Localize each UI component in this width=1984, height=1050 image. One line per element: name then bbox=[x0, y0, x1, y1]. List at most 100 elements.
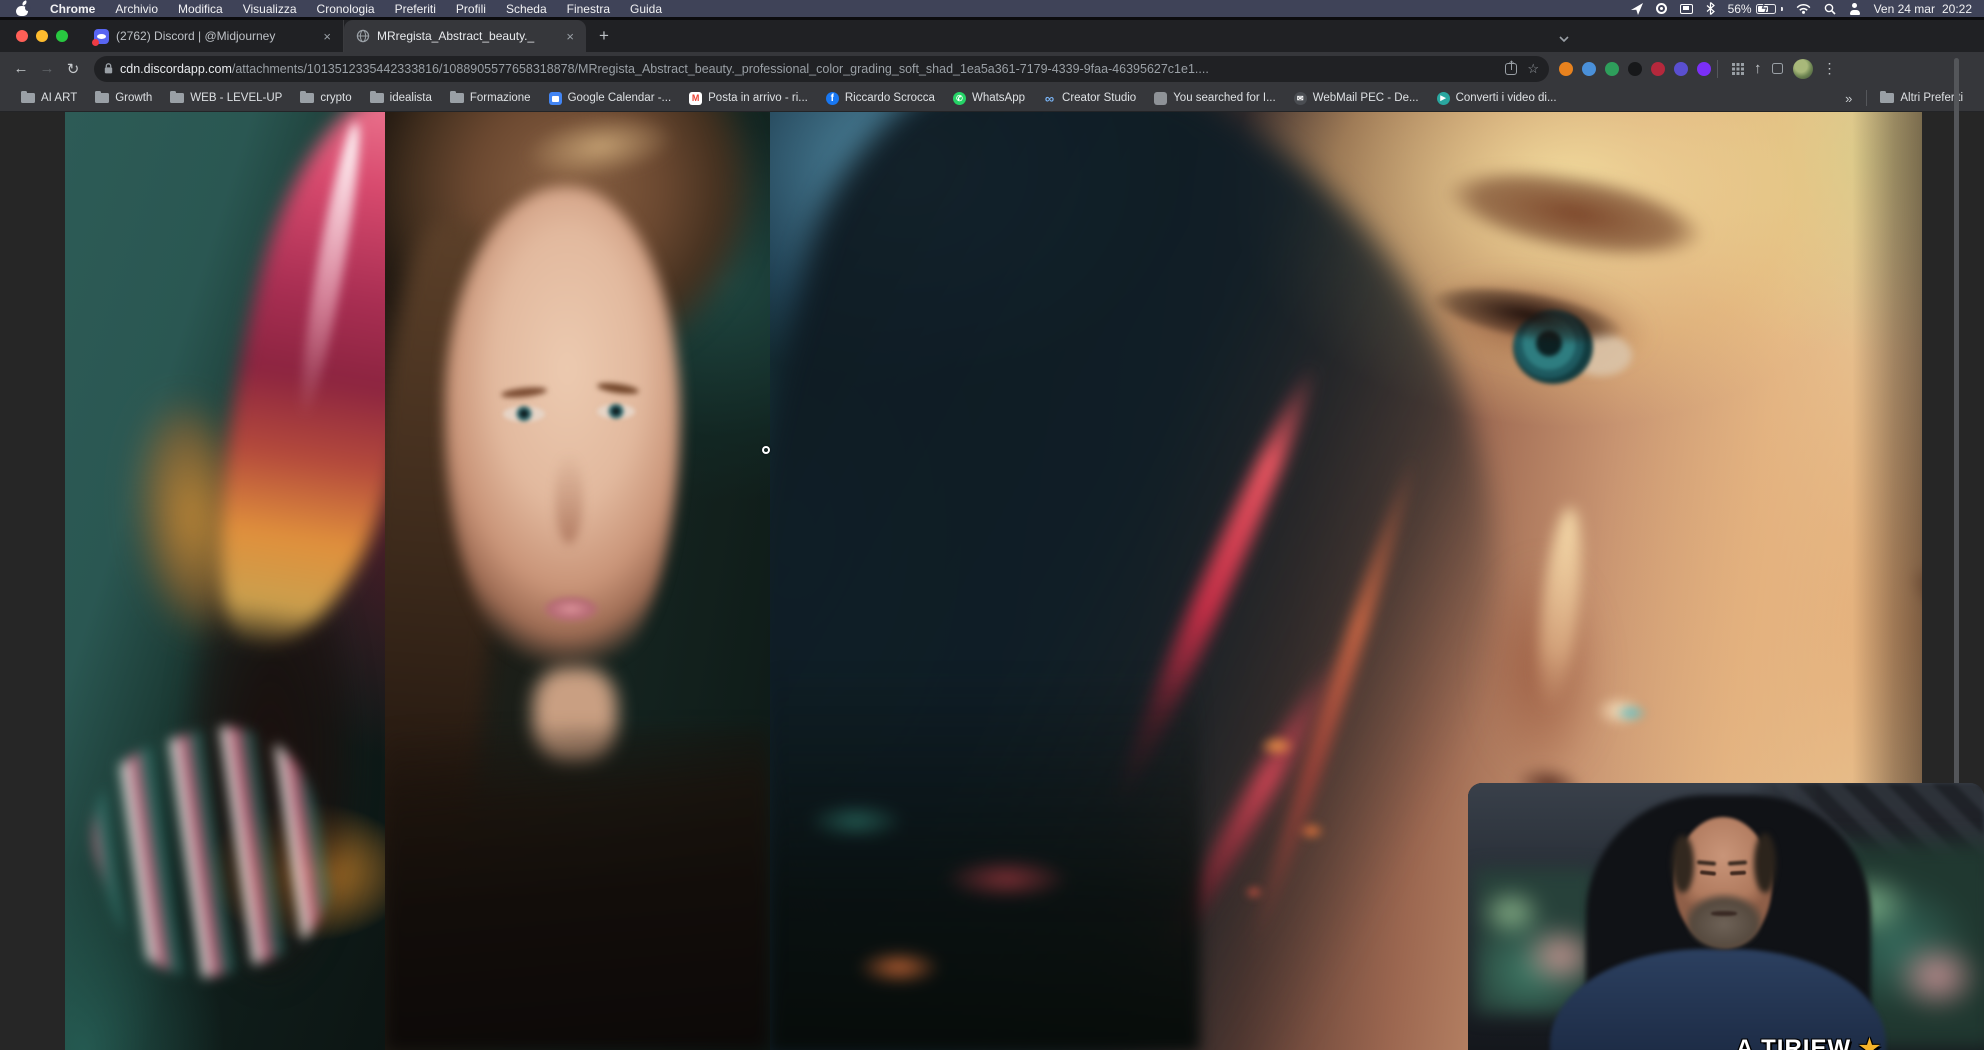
date-label: Ven 24 mar bbox=[1874, 2, 1935, 16]
window-controls bbox=[0, 20, 82, 52]
bookmark-item[interactable]: ✆WhatsApp bbox=[944, 92, 1034, 105]
battery-indicator[interactable]: 56% ϟ bbox=[1728, 2, 1783, 16]
bookmark-label: crypto bbox=[320, 92, 351, 104]
folder-icon bbox=[370, 93, 384, 103]
wifi-icon[interactable] bbox=[1796, 2, 1811, 16]
bookmark-item[interactable]: Growth bbox=[86, 92, 161, 104]
menu-archivio[interactable]: Archivio bbox=[105, 2, 168, 16]
bookmark-label: WebMail PEC - De... bbox=[1313, 92, 1419, 104]
tab-image-active[interactable]: MRregista_Abstract_beauty._ × bbox=[344, 20, 586, 52]
extension-icon-red[interactable] bbox=[1651, 62, 1665, 76]
new-tab-button[interactable]: + bbox=[590, 22, 618, 50]
menu-scheda[interactable]: Scheda bbox=[496, 2, 557, 16]
facebook-icon: f bbox=[826, 92, 839, 105]
battery-percent-label: 56% bbox=[1728, 2, 1752, 16]
minimize-window-button[interactable] bbox=[36, 30, 48, 42]
partial-caption: A TIRIEW ★ bbox=[1736, 1034, 1881, 1050]
record-icon[interactable] bbox=[1656, 2, 1667, 16]
bookmark-label: Google Calendar -... bbox=[568, 92, 672, 104]
bookmark-label: Creator Studio bbox=[1062, 92, 1136, 104]
discord-favicon bbox=[94, 29, 109, 44]
bookmark-label: Posta in arrivo - ri... bbox=[708, 92, 808, 104]
screen: Chrome Archivio Modifica Visualizza Cron… bbox=[0, 0, 1984, 1050]
display-icon[interactable] bbox=[1680, 2, 1693, 16]
bookmark-item[interactable]: AI ART bbox=[12, 92, 86, 104]
bookmarks-overflow-chevrons[interactable]: » bbox=[1835, 91, 1862, 106]
apple-menu-icon[interactable] bbox=[16, 2, 28, 16]
presenter-mouth bbox=[1711, 911, 1737, 916]
back-icon[interactable]: ← bbox=[8, 56, 34, 82]
extension-icon-orange[interactable] bbox=[1559, 62, 1573, 76]
extension-icon-green[interactable] bbox=[1605, 62, 1619, 76]
tab-title: MRregista_Abstract_beauty._ bbox=[377, 29, 557, 43]
battery-icon: ϟ bbox=[1756, 4, 1776, 14]
bookmark-item[interactable]: Formazione bbox=[441, 92, 540, 104]
address-bar[interactable]: cdn.discordapp.com /attachments/10135123… bbox=[94, 56, 1549, 82]
artwork-panel-portrait bbox=[385, 112, 770, 1050]
bookmarks-divider bbox=[1866, 90, 1867, 106]
menubar-clock[interactable]: Ven 24 mar 20:22 bbox=[1874, 2, 1972, 16]
extension-icon-indigo[interactable] bbox=[1674, 62, 1688, 76]
folder-icon bbox=[1880, 93, 1894, 103]
toolbar-right-cluster: ↑ ⋮ bbox=[1732, 56, 1837, 82]
close-window-button[interactable] bbox=[16, 30, 28, 42]
bookmark-item[interactable]: ∞Creator Studio bbox=[1034, 92, 1145, 105]
time-label: 20:22 bbox=[1942, 2, 1972, 16]
menu-chrome[interactable]: Chrome bbox=[40, 2, 105, 16]
zoom-window-button[interactable] bbox=[56, 30, 68, 42]
menu-modifica[interactable]: Modifica bbox=[168, 2, 233, 16]
macos-menu-bar: Chrome Archivio Modifica Visualizza Cron… bbox=[0, 0, 1984, 17]
bookmark-item[interactable]: You searched for I... bbox=[1145, 92, 1285, 105]
bookmark-item[interactable]: MPosta in arrivo - ri... bbox=[680, 92, 817, 105]
frame-icon[interactable] bbox=[1772, 63, 1783, 74]
browser-menu-icon[interactable]: ⋮ bbox=[1823, 60, 1837, 77]
user-switch-icon[interactable] bbox=[1849, 2, 1861, 16]
bookmark-label: idealista bbox=[390, 92, 432, 104]
extension-icon-purple[interactable] bbox=[1697, 62, 1711, 76]
apps-grid-icon[interactable] bbox=[1732, 63, 1744, 75]
presenter-hair bbox=[1672, 835, 1694, 893]
menu-guida[interactable]: Guida bbox=[620, 2, 672, 16]
tab-discord[interactable]: (2762) Discord | @Midjourney × bbox=[82, 20, 344, 52]
whatsapp-icon: ✆ bbox=[953, 92, 966, 105]
menu-finestra[interactable]: Finestra bbox=[557, 2, 620, 16]
location-icon[interactable] bbox=[1631, 2, 1643, 16]
menu-profili[interactable]: Profili bbox=[446, 2, 496, 16]
lock-icon[interactable] bbox=[104, 63, 113, 74]
bookmark-item[interactable]: idealista bbox=[361, 92, 441, 104]
bookmark-item[interactable]: WEB - LEVEL-UP bbox=[161, 92, 291, 104]
spotlight-search-icon[interactable] bbox=[1824, 2, 1836, 16]
profile-avatar[interactable] bbox=[1793, 59, 1813, 79]
bookmark-item[interactable]: Google Calendar -... bbox=[540, 92, 681, 105]
menubar-status-area: 56% ϟ Ven 24 mar 20:22 bbox=[1631, 2, 1974, 16]
extensions-row bbox=[1559, 62, 1711, 76]
reload-icon[interactable]: ↻ bbox=[60, 56, 86, 82]
bookmark-item[interactable]: fRiccardo Scrocca bbox=[817, 92, 944, 105]
forward-icon[interactable]: → bbox=[34, 56, 60, 82]
bookmark-star-icon[interactable]: ☆ bbox=[1527, 61, 1539, 77]
extension-icon-black[interactable] bbox=[1628, 62, 1642, 76]
bookmark-item[interactable]: ▶Converti i video di... bbox=[1428, 92, 1566, 105]
tab-close-icon[interactable]: × bbox=[321, 29, 333, 44]
bookmark-label: AI ART bbox=[41, 92, 77, 104]
folder-icon bbox=[300, 93, 314, 103]
menu-preferiti[interactable]: Preferiti bbox=[385, 2, 446, 16]
tab-title: (2762) Discord | @Midjourney bbox=[116, 29, 314, 43]
menu-visualizza[interactable]: Visualizza bbox=[233, 2, 307, 16]
bookmark-label: You searched for I... bbox=[1173, 92, 1276, 104]
globe-favicon bbox=[356, 29, 370, 43]
bluetooth-icon[interactable] bbox=[1706, 2, 1715, 16]
presenter-hair bbox=[1754, 833, 1776, 893]
upload-arrow-icon[interactable]: ↑ bbox=[1754, 56, 1762, 82]
tab-close-icon[interactable]: × bbox=[564, 29, 576, 44]
tab-search-chevron-icon[interactable] bbox=[1553, 28, 1575, 50]
menu-cronologia[interactable]: Cronologia bbox=[307, 2, 385, 16]
charging-bolt-icon: ϟ bbox=[1762, 3, 1768, 15]
url-path: /attachments/1013512335442333816/1088905… bbox=[232, 62, 1495, 76]
bookmark-item[interactable]: ✉ WebMail PEC - De... bbox=[1285, 92, 1428, 105]
extension-icon-blue[interactable] bbox=[1582, 62, 1596, 76]
caption-star-icon: ★ bbox=[1859, 1035, 1882, 1050]
share-icon[interactable] bbox=[1505, 63, 1517, 75]
bookmark-item[interactable]: crypto bbox=[291, 92, 360, 104]
webmail-envelope-icon: ✉ bbox=[1294, 92, 1307, 105]
